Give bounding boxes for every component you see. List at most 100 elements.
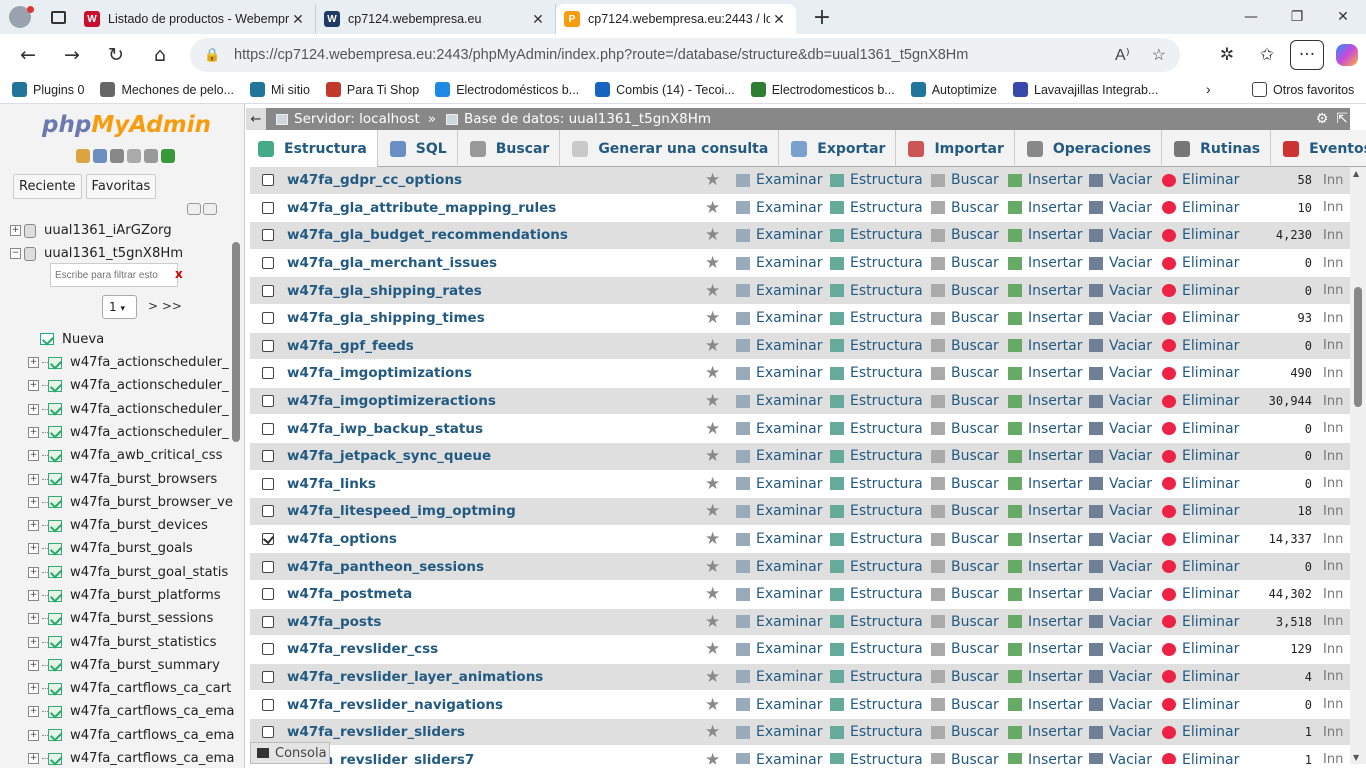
tab-actions-icon[interactable] [40, 0, 76, 34]
bookmark-item[interactable]: Mechones de pelo... [92, 76, 242, 104]
browse-action[interactable]: Examinar [736, 503, 822, 519]
logout-icon[interactable] [93, 149, 107, 163]
sidebar-table-item[interactable]: + w47fa_burst_sessions [28, 607, 230, 630]
insert-action[interactable]: Insertar [1008, 724, 1083, 740]
recent-tables-button[interactable]: Reciente [13, 174, 82, 199]
expand-icon[interactable]: + [28, 520, 39, 532]
expand-icon[interactable]: + [28, 543, 39, 555]
table-name-link[interactable]: w47fa_revslider_navigations [287, 697, 503, 713]
bookmark-item[interactable]: Plugins 0 [4, 76, 92, 104]
sidebar-table-item[interactable]: + w47fa_cartflows_ca_ema [28, 724, 234, 747]
structure-action[interactable]: Estructura [830, 476, 923, 492]
table-name-link[interactable]: w47fa_gla_shipping_times [287, 310, 485, 326]
empty-action[interactable]: Vaciar [1089, 448, 1152, 464]
drop-action[interactable]: Eliminar [1162, 697, 1239, 713]
row-checkbox[interactable] [262, 339, 274, 352]
structure-action[interactable]: Estructura [830, 559, 923, 575]
empty-action[interactable]: Vaciar [1089, 421, 1152, 437]
menu-tab-operaciones[interactable]: Operaciones [1015, 130, 1163, 167]
menu-tab-buscar[interactable]: Buscar [458, 130, 561, 167]
breadcrumb-database[interactable]: Base de datos: uual1361_t5gnX8Hm [446, 111, 711, 127]
bookmark-item[interactable]: Electrodomésticos b... [427, 76, 587, 104]
insert-action[interactable]: Insertar [1008, 365, 1083, 381]
favorite-star-icon[interactable]: ★ [705, 695, 720, 715]
empty-action[interactable]: Vaciar [1089, 641, 1152, 657]
sidebar-table-item[interactable]: + w47fa_burst_summary [28, 654, 230, 677]
expand-icon[interactable]: + [28, 683, 39, 695]
row-checkbox[interactable] [262, 505, 274, 518]
bookmarks-overflow-icon[interactable]: › [1206, 81, 1211, 97]
structure-action[interactable]: Estructura [830, 365, 923, 381]
structure-action[interactable]: Estructura [830, 421, 923, 437]
maximize-button[interactable]: ❐ [1274, 0, 1320, 34]
search-action[interactable]: Buscar [931, 421, 999, 437]
search-action[interactable]: Buscar [931, 641, 999, 657]
search-action[interactable]: Buscar [931, 200, 999, 216]
structure-action[interactable]: Estructura [830, 393, 923, 409]
browser-tab-1[interactable]: WListado de productos - Webempresa✕ [76, 4, 316, 34]
profile-avatar[interactable] [0, 0, 40, 34]
expand-icon[interactable]: + [28, 403, 39, 415]
search-action[interactable]: Buscar [931, 724, 999, 740]
link-with-main-icon[interactable] [203, 203, 217, 215]
structure-action[interactable]: Estructura [830, 641, 923, 657]
search-action[interactable]: Buscar [931, 586, 999, 602]
insert-action[interactable]: Insertar [1008, 531, 1083, 547]
empty-action[interactable]: Vaciar [1089, 393, 1152, 409]
browse-action[interactable]: Examinar [736, 338, 822, 354]
structure-action[interactable]: Estructura [830, 586, 923, 602]
back-button[interactable]: ← [6, 34, 50, 76]
search-action[interactable]: Buscar [931, 752, 999, 764]
row-checkbox[interactable] [262, 422, 274, 435]
row-checkbox[interactable] [262, 367, 274, 380]
row-checkbox[interactable] [262, 312, 274, 325]
empty-action[interactable]: Vaciar [1089, 503, 1152, 519]
new-tab-button[interactable]: + [802, 5, 842, 30]
table-name-link[interactable]: w47fa_gla_shipping_rates [287, 283, 482, 299]
expand-icon[interactable]: + [28, 753, 39, 765]
drop-action[interactable]: Eliminar [1162, 641, 1239, 657]
favorite-star-icon[interactable]: ★ [705, 225, 720, 245]
expand-icon[interactable]: + [28, 473, 39, 485]
favorite-star-icon[interactable]: ★ [705, 253, 720, 273]
drop-action[interactable]: Eliminar [1162, 752, 1239, 764]
row-checkbox[interactable] [262, 174, 274, 187]
favorite-tables-button[interactable]: Favoritas [85, 174, 157, 199]
insert-action[interactable]: Insertar [1008, 393, 1083, 409]
row-checkbox[interactable] [262, 588, 274, 601]
browse-action[interactable]: Examinar [736, 531, 822, 547]
structure-action[interactable]: Estructura [830, 283, 923, 299]
page-settings-icon[interactable]: ⚙ [1316, 111, 1329, 127]
expand-icon[interactable]: + [28, 450, 39, 462]
other-favorites[interactable]: Otros favoritos [1244, 76, 1362, 104]
empty-action[interactable]: Vaciar [1089, 752, 1152, 764]
expand-icon[interactable]: + [28, 636, 39, 648]
expand-icon[interactable]: + [28, 566, 39, 578]
table-name-link[interactable]: w47fa_jetpack_sync_queue [287, 448, 491, 464]
browse-action[interactable]: Examinar [736, 697, 822, 713]
favorite-star-icon[interactable]: ★ [705, 501, 720, 521]
empty-action[interactable]: Vaciar [1089, 697, 1152, 713]
home-button[interactable]: ⌂ [138, 34, 182, 76]
table-name-link[interactable]: w47fa_imgoptimizeractions [287, 393, 496, 409]
favorite-star-icon[interactable]: ★ [705, 557, 720, 577]
next-page-link[interactable]: > >> [148, 299, 182, 313]
sidebar-table-item[interactable]: + w47fa_cartflows_ca_cart [28, 677, 231, 700]
empty-action[interactable]: Vaciar [1089, 724, 1152, 740]
empty-action[interactable]: Vaciar [1089, 338, 1152, 354]
favorite-star-icon[interactable]: ★ [705, 667, 720, 687]
favorites-icon[interactable]: ✩ [1250, 38, 1284, 72]
empty-action[interactable]: Vaciar [1089, 255, 1152, 271]
expand-icon[interactable]: + [28, 426, 39, 438]
insert-action[interactable]: Insertar [1008, 255, 1083, 271]
favorite-star-icon[interactable]: ☆ [1152, 45, 1166, 65]
settings-gear-icon[interactable] [144, 149, 158, 163]
insert-action[interactable]: Insertar [1008, 448, 1083, 464]
drop-action[interactable]: Eliminar [1162, 559, 1239, 575]
sidebar-table-item[interactable]: + w47fa_actionscheduler_ [28, 374, 230, 397]
bookmark-item[interactable]: Autoptimize [903, 76, 1005, 104]
browse-action[interactable]: Examinar [736, 669, 822, 685]
row-checkbox[interactable] [262, 477, 274, 490]
table-name-link[interactable]: w47fa_links [287, 476, 376, 492]
browse-action[interactable]: Examinar [736, 752, 822, 764]
